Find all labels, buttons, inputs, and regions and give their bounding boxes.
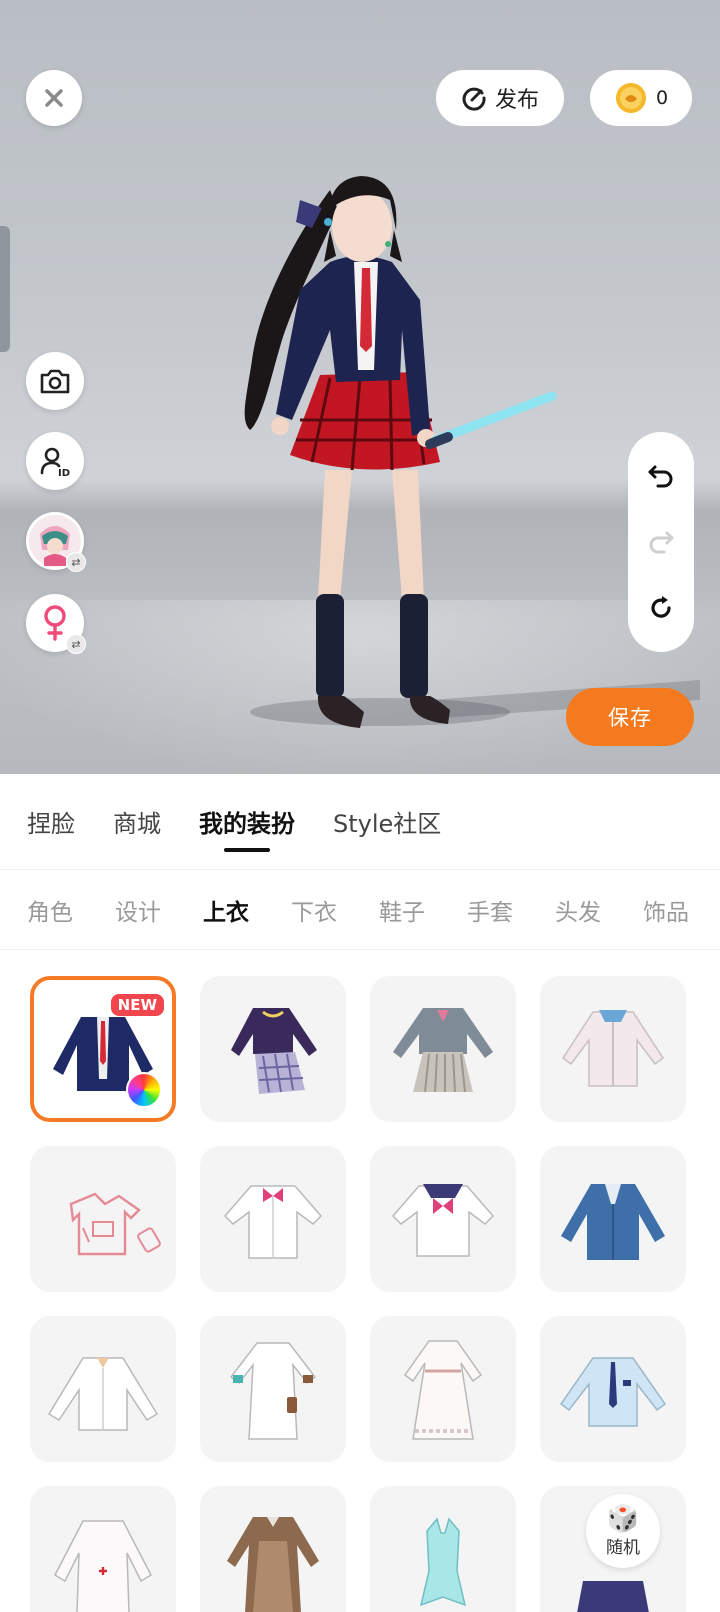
- clothing-item-white-long-shirt[interactable]: [30, 1316, 176, 1462]
- brown-apron-thumbnail: [227, 1517, 319, 1612]
- save-button[interactable]: 保存: [566, 688, 694, 746]
- clothing-item-sailor-top[interactable]: [370, 1146, 516, 1292]
- clothing-item-blue-blazer[interactable]: [540, 1146, 686, 1292]
- clothing-item-sketch-shirt[interactable]: [30, 1146, 176, 1292]
- category-tab-character[interactable]: 角色: [27, 893, 73, 927]
- clothing-item-white-nurse-coat[interactable]: [30, 1486, 176, 1612]
- clothing-item-nurse-dress[interactable]: [200, 1316, 346, 1462]
- clothing-item-swimsuit[interactable]: [370, 1486, 516, 1612]
- history-controls: [628, 432, 694, 652]
- clothing-item-purple-dress[interactable]: [200, 976, 346, 1122]
- redo-icon[interactable]: [646, 527, 676, 555]
- swap-icon: ⇄: [66, 552, 86, 572]
- undo-icon[interactable]: [646, 461, 676, 489]
- svg-text:ID: ID: [58, 468, 70, 478]
- category-tab-design[interactable]: 设计: [115, 893, 161, 927]
- white-cardigan-thumbnail: [561, 1010, 665, 1087]
- coin-count: 0: [655, 87, 669, 109]
- publish-icon: [462, 87, 486, 111]
- category-tab-hair[interactable]: 头发: [555, 893, 601, 927]
- white-blouse-thumbnail: [223, 1185, 323, 1259]
- category-tab-accessories[interactable]: 饰品: [643, 893, 689, 927]
- publish-label: 发布: [494, 88, 539, 113]
- switch-gender-button[interactable]: ⇄: [26, 594, 86, 654]
- white-long-dress-thumbnail: [403, 1340, 483, 1440]
- color-palette-icon[interactable]: [126, 1072, 162, 1108]
- random-outfit-button[interactable]: 🎲 随机: [586, 1494, 660, 1568]
- tab-face[interactable]: 捏脸: [27, 774, 75, 870]
- category-tab-tops[interactable]: 上衣: [203, 893, 249, 927]
- swap-icon: ⇄: [66, 634, 86, 654]
- main-tab-bar: 捏脸 商城 我的装扮 Style社区: [0, 774, 720, 870]
- female-gender-icon: [44, 605, 66, 641]
- user-id-icon: ID: [40, 447, 70, 478]
- category-tab-shoes[interactable]: 鞋子: [379, 893, 425, 927]
- tab-my-outfits[interactable]: 我的装扮: [199, 774, 295, 870]
- category-tab-bar: 角色 设计 上衣 下衣 鞋子 手套 头发 饰品: [0, 870, 720, 950]
- white-long-shirt-thumbnail: [47, 1357, 159, 1431]
- clothing-item-gray-uniform[interactable]: [370, 976, 516, 1122]
- sketch-shirt-thumbnail: [69, 1192, 161, 1256]
- publish-button[interactable]: 发布: [436, 70, 564, 126]
- dice-icon: 🎲: [606, 1503, 640, 1534]
- blue-blazer-thumbnail: [561, 1184, 665, 1260]
- tab-shop[interactable]: 商城: [113, 774, 161, 870]
- coin-icon: [615, 83, 646, 113]
- close-button[interactable]: [26, 70, 82, 126]
- new-badge: NEW: [110, 994, 164, 1016]
- camera-icon: [40, 369, 70, 394]
- nurse-dress-thumbnail: [229, 1342, 317, 1440]
- swimsuit-thumbnail: [419, 1517, 467, 1607]
- clothing-item-light-blue-shirt[interactable]: [540, 1316, 686, 1462]
- random-label: 随机: [606, 1537, 640, 1558]
- tab-style-community[interactable]: Style社区: [333, 774, 441, 870]
- sailor-top-thumbnail: [391, 1184, 495, 1257]
- purple-dress-thumbnail: [231, 1008, 317, 1094]
- category-tab-bottoms[interactable]: 下衣: [291, 893, 337, 927]
- clothing-item-white-long-dress[interactable]: [370, 1316, 516, 1462]
- light-blue-shirt-thumbnail: [559, 1357, 667, 1427]
- gray-uniform-thumbnail: [393, 1008, 493, 1093]
- white-nurse-coat-thumbnail: [54, 1520, 152, 1612]
- switch-character-button[interactable]: ⇄: [26, 512, 86, 572]
- profile-id-button[interactable]: ID: [26, 432, 84, 490]
- close-icon: [45, 89, 63, 107]
- clothing-item-navy-blazer[interactable]: NEW: [30, 976, 176, 1122]
- category-tab-gloves[interactable]: 手套: [467, 893, 513, 927]
- reset-icon[interactable]: [646, 593, 676, 623]
- avatar-preview-scene[interactable]: 发布 0 ID ⇄ ⇄ 保存: [0, 0, 720, 774]
- coin-balance[interactable]: 0: [590, 70, 692, 126]
- clothing-item-white-cardigan[interactable]: [540, 976, 686, 1122]
- clothing-item-white-blouse-bow[interactable]: [200, 1146, 346, 1292]
- clothing-item-brown-apron[interactable]: [200, 1486, 346, 1612]
- camera-button[interactable]: [26, 352, 84, 410]
